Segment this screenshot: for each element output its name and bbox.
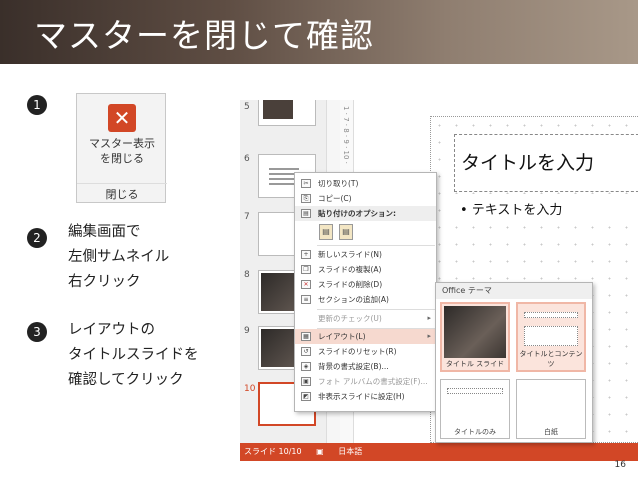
new-slide-icon: + [301, 250, 311, 259]
thumbnail-number: 10 [244, 384, 256, 394]
thumbnail-number: 8 [244, 270, 250, 280]
layout-title-only[interactable]: タイトルのみ [440, 379, 510, 439]
copy-icon: ⎘ [301, 194, 311, 203]
close-master-view-label: マスター表示 を閉じる [89, 137, 155, 165]
context-menu: ✂ 切り取り(T) ⎘ コピー(C) ▤ 貼り付けのオプション: ▤ ▤ + 新しいスラ… [294, 172, 437, 412]
format-background-icon: ◈ [301, 362, 311, 371]
layout-blank[interactable]: 白紙 [516, 379, 586, 439]
step-3-number: 3 [27, 322, 47, 342]
page-number: 16 [614, 460, 626, 470]
hide-slide-icon: ◩ [301, 392, 311, 401]
layout-title-slide-label: タイトル スライド [445, 360, 505, 368]
title-placeholder[interactable]: タイトルを入力 [454, 134, 638, 192]
title-bar: マスターを閉じて確認 [0, 0, 638, 64]
paste-destination-theme-icon[interactable]: ▤ [319, 224, 333, 240]
menu-item-delete-slide[interactable]: ✕ スライドの削除(D) [295, 277, 436, 292]
layout-title-slide[interactable]: タイトル スライド [440, 302, 510, 372]
paste-options-header: ▤ 貼り付けのオプション: [295, 206, 436, 221]
slide-count: スライド 10/10 [244, 447, 302, 456]
paste-icon: ▤ [301, 209, 311, 218]
layout-title-and-content-label: タイトルとコンテンツ [519, 350, 583, 368]
menu-item-photo-album[interactable]: ▣ フォト アルバムの書式設定(F)... [295, 374, 436, 389]
layout-title-only-label: タイトルのみ [454, 428, 496, 436]
reset-slide-icon: ↺ [301, 347, 311, 356]
menu-item-duplicate-slide[interactable]: ❐ スライドの複製(A) [295, 262, 436, 277]
delete-slide-icon: ✕ [301, 280, 311, 289]
close-icon: ✕ [108, 104, 136, 132]
menu-item-format-background[interactable]: ◈ 背景の書式設定(B)... [295, 359, 436, 374]
body-placeholder[interactable]: • テキストを入力 [454, 194, 638, 224]
menu-item-check-updates[interactable]: 更新のチェック(U) ▸ [295, 311, 436, 326]
menu-item-add-section[interactable]: ≡ セクションの追加(A) [295, 292, 436, 307]
paste-keep-format-icon[interactable]: ▤ [339, 224, 353, 240]
ruler-marks: 1 · 7 · 8 · 9 · 10 · [342, 106, 350, 164]
thumbnail-number: 9 [244, 326, 250, 336]
status-bar: スライド 10/10 ▣ 日本語 [240, 443, 638, 461]
chevron-right-icon: ▸ [427, 314, 431, 322]
slide-thumbnail[interactable] [258, 100, 316, 126]
language-label[interactable]: 日本語 [338, 447, 362, 456]
paste-options-row: ▤ ▤ [295, 220, 436, 244]
menu-item-hide-slide[interactable]: ◩ 非表示スライドに設定(H) [295, 389, 436, 404]
thumbnail-number: 6 [244, 154, 250, 164]
section-icon: ≡ [301, 295, 311, 304]
thumbnail-number: 7 [244, 212, 250, 222]
layout-title-and-content[interactable]: タイトルとコンテンツ [516, 302, 586, 372]
notes-icon[interactable]: ▣ [316, 447, 324, 456]
scissors-icon: ✂ [301, 179, 311, 188]
menu-item-new-slide[interactable]: + 新しいスライド(N) [295, 247, 436, 262]
step-2-number: 2 [27, 228, 47, 248]
duplicate-slide-icon: ❐ [301, 265, 311, 274]
menu-item-cut[interactable]: ✂ 切り取り(T) [295, 176, 436, 191]
step-1-number: 1 [27, 95, 47, 115]
chevron-right-icon: ▸ [427, 332, 431, 340]
menu-item-reset-slide[interactable]: ↺ スライドのリセット(R) [295, 344, 436, 359]
photo-album-icon: ▣ [301, 377, 311, 386]
step-2-text: 編集画面で 左側サムネイル 右クリック [68, 224, 170, 290]
menu-item-copy[interactable]: ⎘ コピー(C) [295, 191, 436, 206]
layout-icon: ▦ [301, 332, 311, 341]
layout-blank-label: 白紙 [544, 428, 558, 436]
close-master-view-button[interactable]: ✕ マスター表示 を閉じる 閉じる [76, 93, 167, 203]
thumbnail-number: 5 [244, 102, 250, 112]
page-title: マスターを閉じて確認 [34, 16, 374, 55]
layout-gallery-header: Office テーマ [436, 283, 592, 299]
ribbon-group-label: 閉じる [77, 183, 167, 202]
layout-gallery: Office テーマ タイトル スライド タイトルとコンテンツ タイトルのみ 白… [435, 282, 593, 443]
step-3-text: レイアウトの タイトルスライドを 確認してクリック [68, 322, 199, 388]
menu-item-layout[interactable]: ▦ レイアウト(L) ▸ [295, 329, 436, 344]
